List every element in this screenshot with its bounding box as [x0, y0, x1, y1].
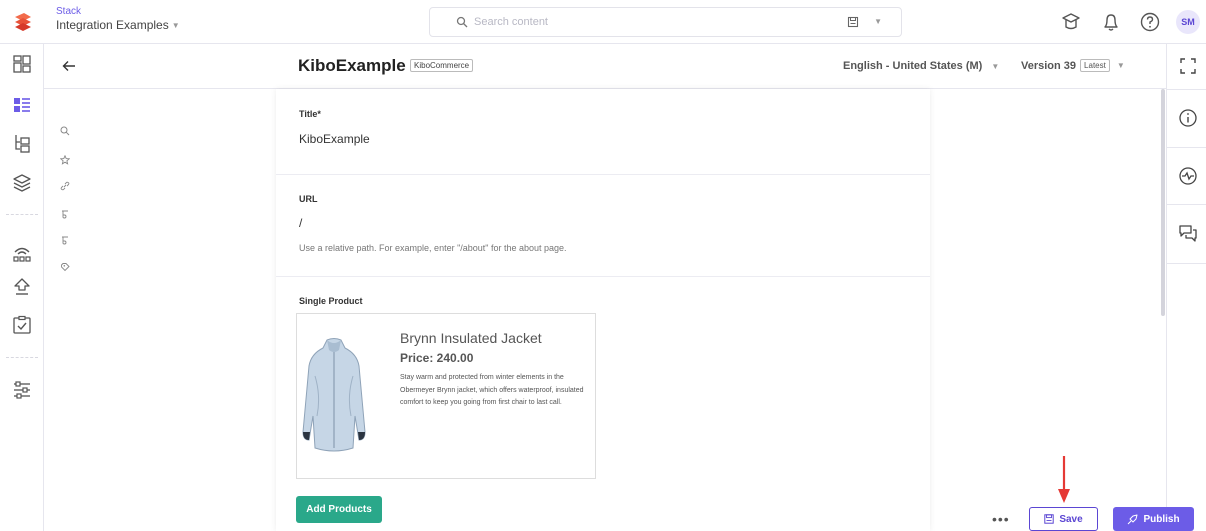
product-name: Brynn Insulated Jacket	[400, 330, 542, 346]
field-label: URL	[299, 194, 318, 204]
academy-icon[interactable]	[1060, 11, 1082, 33]
product-price: Price: 240.00	[400, 351, 474, 365]
field-label: Single Product	[299, 296, 363, 306]
dashboard-icon[interactable]	[11, 53, 33, 75]
locale-label: English - United States (M)	[843, 60, 983, 72]
search-icon[interactable]	[60, 126, 70, 136]
stack-selector[interactable]: Stack Integration Examples ▼	[56, 6, 180, 32]
assets-icon[interactable]	[11, 172, 33, 194]
more-options-button[interactable]: •••	[992, 511, 1010, 527]
contentstack-logo[interactable]	[12, 11, 34, 33]
locale-selector[interactable]: English - United States (M) ▼	[843, 60, 999, 72]
red-arrow-annotation	[1058, 456, 1070, 503]
nav-divider	[6, 357, 38, 358]
deploy-icon[interactable]	[11, 276, 33, 298]
add-products-button[interactable]: Add Products	[296, 496, 382, 523]
scrollbar[interactable]	[1161, 89, 1165, 316]
save-label: Save	[1059, 513, 1083, 525]
entries-icon[interactable]	[11, 94, 33, 116]
entry-title: KiboExample	[298, 56, 406, 75]
tag-icon[interactable]	[60, 262, 70, 272]
chevron-down-icon[interactable]: ▼	[874, 17, 882, 26]
save-icon	[1044, 514, 1055, 524]
activity-icon[interactable]	[1178, 166, 1198, 186]
chevron-down-icon: ▼	[1116, 61, 1125, 70]
reference-icon[interactable]	[60, 235, 70, 245]
releases-icon[interactable]	[11, 242, 33, 264]
url-hint: Use a relative path. For example, enter …	[299, 243, 567, 253]
panel-divider	[1167, 204, 1206, 205]
publish-label: Publish	[1143, 513, 1180, 525]
avatar[interactable]: SM	[1176, 10, 1200, 34]
publish-icon	[1128, 514, 1138, 524]
save-button[interactable]: Save	[1029, 507, 1098, 531]
star-icon[interactable]	[60, 155, 70, 165]
help-icon[interactable]	[1139, 11, 1161, 33]
title-field: Title* KiboExample	[276, 89, 930, 175]
stack-label: Stack	[56, 6, 82, 17]
reference-icon[interactable]	[60, 209, 70, 219]
panel-divider	[1167, 147, 1206, 148]
comments-icon[interactable]	[1178, 223, 1198, 243]
search-bar[interactable]: Search content ▼	[429, 7, 902, 37]
panel-divider	[1167, 263, 1206, 264]
bell-icon[interactable]	[1100, 11, 1122, 33]
saved-search-icon[interactable]	[847, 16, 859, 28]
product-description: Stay warm and protected from winter elem…	[400, 374, 584, 406]
left-nav	[0, 44, 44, 531]
top-bar: Stack Integration Examples ▼ Search conte…	[0, 0, 1206, 44]
field-toolbar	[44, 89, 276, 531]
content-type-badge[interactable]: KiboCommerce	[410, 59, 474, 72]
fullscreen-icon[interactable]	[1178, 56, 1198, 76]
right-panel	[1166, 44, 1206, 531]
entry-header: KiboExample KiboCommerce English - Unite…	[44, 44, 1166, 89]
latest-badge: Latest	[1080, 59, 1110, 72]
settings-icon[interactable]	[11, 379, 33, 401]
url-field: URL / Use a relative path. For example, …	[276, 175, 930, 277]
url-input[interactable]: /	[299, 216, 302, 230]
product-image	[302, 338, 366, 452]
back-arrow-icon[interactable]	[62, 60, 76, 72]
version-selector[interactable]: Version 39 Latest ▼	[1021, 59, 1125, 72]
product-card[interactable]: Brynn Insulated Jacket Price: 240.00 Sta…	[296, 313, 596, 479]
content-models-icon[interactable]	[11, 132, 33, 154]
publish-button[interactable]: Publish	[1113, 507, 1194, 531]
tasks-icon[interactable]	[11, 314, 33, 336]
panel-divider	[1167, 89, 1206, 90]
search-input[interactable]: Search content	[474, 16, 548, 28]
info-icon[interactable]	[1178, 108, 1198, 128]
chevron-down-icon: ▼	[171, 20, 180, 30]
nav-divider	[6, 214, 38, 215]
title-input[interactable]: KiboExample	[299, 132, 370, 146]
version-label: Version 39	[1021, 59, 1077, 72]
entry-form: Title* KiboExample URL / Use a relative …	[276, 89, 930, 531]
field-label: Title*	[299, 109, 321, 119]
chevron-down-icon: ▼	[991, 61, 1000, 71]
link-icon[interactable]	[60, 181, 70, 191]
search-icon	[456, 16, 468, 28]
stack-name: Integration Examples	[56, 18, 169, 32]
